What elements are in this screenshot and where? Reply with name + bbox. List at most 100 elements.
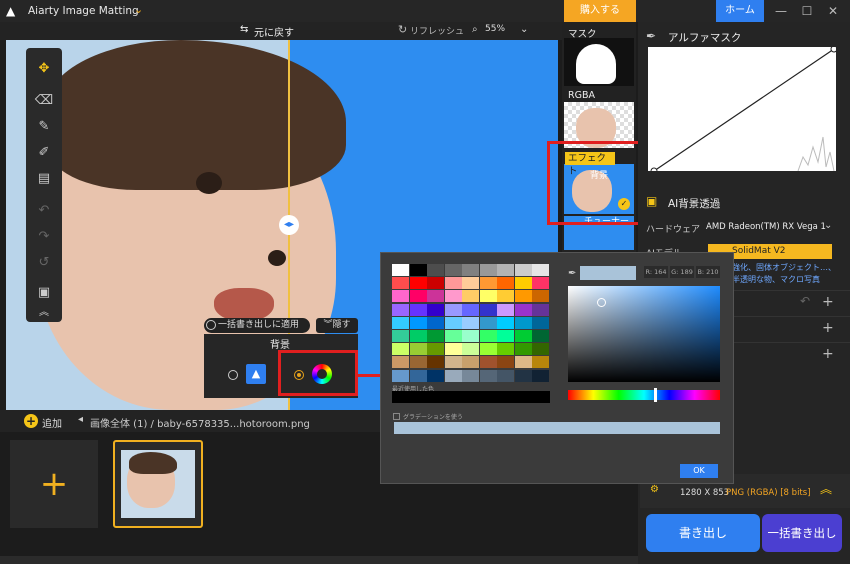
color-swatch[interactable] — [409, 290, 427, 303]
color-swatch[interactable] — [462, 330, 479, 342]
color-swatch[interactable] — [409, 330, 427, 342]
color-swatch[interactable] — [514, 290, 532, 303]
chevron-down-icon[interactable]: ⌄ — [824, 220, 832, 231]
color-swatch[interactable] — [462, 264, 479, 276]
color-swatch[interactable] — [427, 316, 444, 329]
horizontal-scrollbar[interactable] — [0, 556, 638, 564]
color-swatch[interactable] — [392, 343, 409, 356]
color-swatch[interactable] — [427, 264, 444, 276]
color-swatch[interactable] — [392, 303, 409, 316]
picker-cursor[interactable] — [597, 298, 606, 307]
recent-colors-bar[interactable] — [392, 391, 550, 403]
color-swatch[interactable] — [514, 303, 532, 316]
color-swatch[interactable] — [427, 290, 444, 303]
color-swatch[interactable] — [462, 303, 479, 316]
move-tool-icon[interactable]: ✥ — [30, 58, 58, 80]
color-swatch[interactable] — [462, 356, 479, 369]
color-swatch[interactable] — [514, 356, 532, 369]
hardware-select[interactable]: AMD Radeon(TM) RX Vega 1 — [706, 222, 826, 232]
image-thumbnail[interactable] — [113, 440, 203, 528]
color-swatch[interactable] — [497, 277, 514, 290]
color-swatch[interactable] — [497, 290, 514, 303]
hue-slider[interactable] — [568, 390, 720, 400]
saturation-value-picker[interactable] — [568, 286, 720, 382]
color-swatch[interactable] — [462, 290, 479, 303]
chevron-up-icon[interactable]: ︽ — [820, 480, 832, 497]
color-swatch[interactable] — [409, 277, 427, 290]
color-swatch[interactable] — [497, 303, 514, 316]
use-gradient-checkbox[interactable] — [393, 413, 400, 420]
color-swatch[interactable] — [409, 369, 427, 382]
chevron-down-icon[interactable]: ⌄ — [134, 3, 143, 16]
color-swatch[interactable] — [427, 343, 444, 356]
color-swatch[interactable] — [479, 369, 497, 382]
color-swatch[interactable] — [514, 316, 532, 329]
red-value[interactable]: R: 164 — [644, 266, 668, 278]
undo-icon[interactable]: ⇆ — [240, 24, 248, 35]
undo-icon[interactable]: ↶ — [800, 294, 810, 308]
color-swatch[interactable] — [532, 316, 549, 329]
color-swatch[interactable] — [392, 369, 409, 382]
zoom-icon[interactable]: ⌕ — [472, 24, 478, 35]
color-swatch[interactable] — [409, 343, 427, 356]
color-swatch[interactable] — [444, 316, 462, 329]
export-button[interactable]: 書き出し — [646, 514, 760, 552]
color-swatch[interactable] — [514, 264, 532, 276]
refresh-icon[interactable]: ↻ — [398, 23, 407, 36]
home-button[interactable]: ホーム — [716, 0, 764, 22]
back-arrow-icon[interactable]: ◂ — [78, 414, 83, 425]
add-icon[interactable]: + — [822, 346, 834, 362]
add-icon[interactable]: + — [822, 320, 834, 336]
color-swatch[interactable] — [392, 277, 409, 290]
color-swatch[interactable] — [497, 330, 514, 342]
color-swatch[interactable] — [479, 303, 497, 316]
color-swatch[interactable] — [479, 330, 497, 342]
brush-icon[interactable]: ✎ — [30, 116, 58, 138]
color-swatch[interactable] — [514, 277, 532, 290]
apply-all-toggle[interactable]: 一括書き出しに適用 — [204, 318, 310, 333]
color-swatch[interactable] — [462, 343, 479, 356]
settings-gear-icon[interactable]: ⚙ — [650, 484, 659, 495]
fit-screen-icon[interactable]: ▣ — [30, 282, 58, 304]
color-swatch[interactable] — [497, 343, 514, 356]
add-image-button[interactable]: + — [10, 440, 98, 528]
color-swatch[interactable] — [532, 290, 549, 303]
zoom-level[interactable]: 55% — [485, 24, 505, 34]
color-swatch[interactable] — [444, 303, 462, 316]
color-swatch[interactable] — [444, 330, 462, 342]
color-swatch[interactable] — [532, 369, 549, 382]
color-swatch[interactable] — [462, 369, 479, 382]
color-swatch[interactable] — [444, 356, 462, 369]
color-swatch[interactable] — [532, 303, 549, 316]
color-swatch[interactable] — [392, 330, 409, 342]
color-swatch[interactable] — [409, 356, 427, 369]
color-swatch-grid[interactable] — [392, 264, 550, 384]
color-swatch[interactable] — [462, 277, 479, 290]
add-icon[interactable]: + — [822, 294, 834, 310]
eraser-icon[interactable]: ⌫ — [30, 90, 58, 112]
hue-slider-handle[interactable] — [654, 388, 657, 402]
color-swatch[interactable] — [514, 330, 532, 342]
color-swatch[interactable] — [462, 316, 479, 329]
color-swatch[interactable] — [409, 316, 427, 329]
image-background-radio[interactable] — [228, 370, 238, 380]
color-swatch[interactable] — [479, 290, 497, 303]
minimize-button[interactable]: — — [770, 2, 792, 20]
close-button[interactable]: ✕ — [822, 2, 844, 20]
chevron-down-icon[interactable]: ⌄ — [520, 24, 528, 35]
redo-icon[interactable]: ↷ — [30, 226, 58, 248]
color-swatch[interactable] — [427, 356, 444, 369]
color-swatch[interactable] — [514, 343, 532, 356]
alpha-curve-graph[interactable] — [648, 47, 836, 171]
color-swatch[interactable] — [444, 277, 462, 290]
color-swatch[interactable] — [392, 264, 409, 276]
color-swatch[interactable] — [514, 369, 532, 382]
color-swatch[interactable] — [479, 343, 497, 356]
color-swatch[interactable] — [497, 316, 514, 329]
refresh-button[interactable]: リフレッシュ — [410, 24, 464, 37]
color-swatch[interactable] — [532, 264, 549, 276]
color-swatch[interactable] — [479, 356, 497, 369]
paint-roller-icon[interactable]: ▤ — [30, 168, 58, 190]
blue-value[interactable]: B: 210 — [696, 266, 720, 278]
color-swatch[interactable] — [444, 290, 462, 303]
